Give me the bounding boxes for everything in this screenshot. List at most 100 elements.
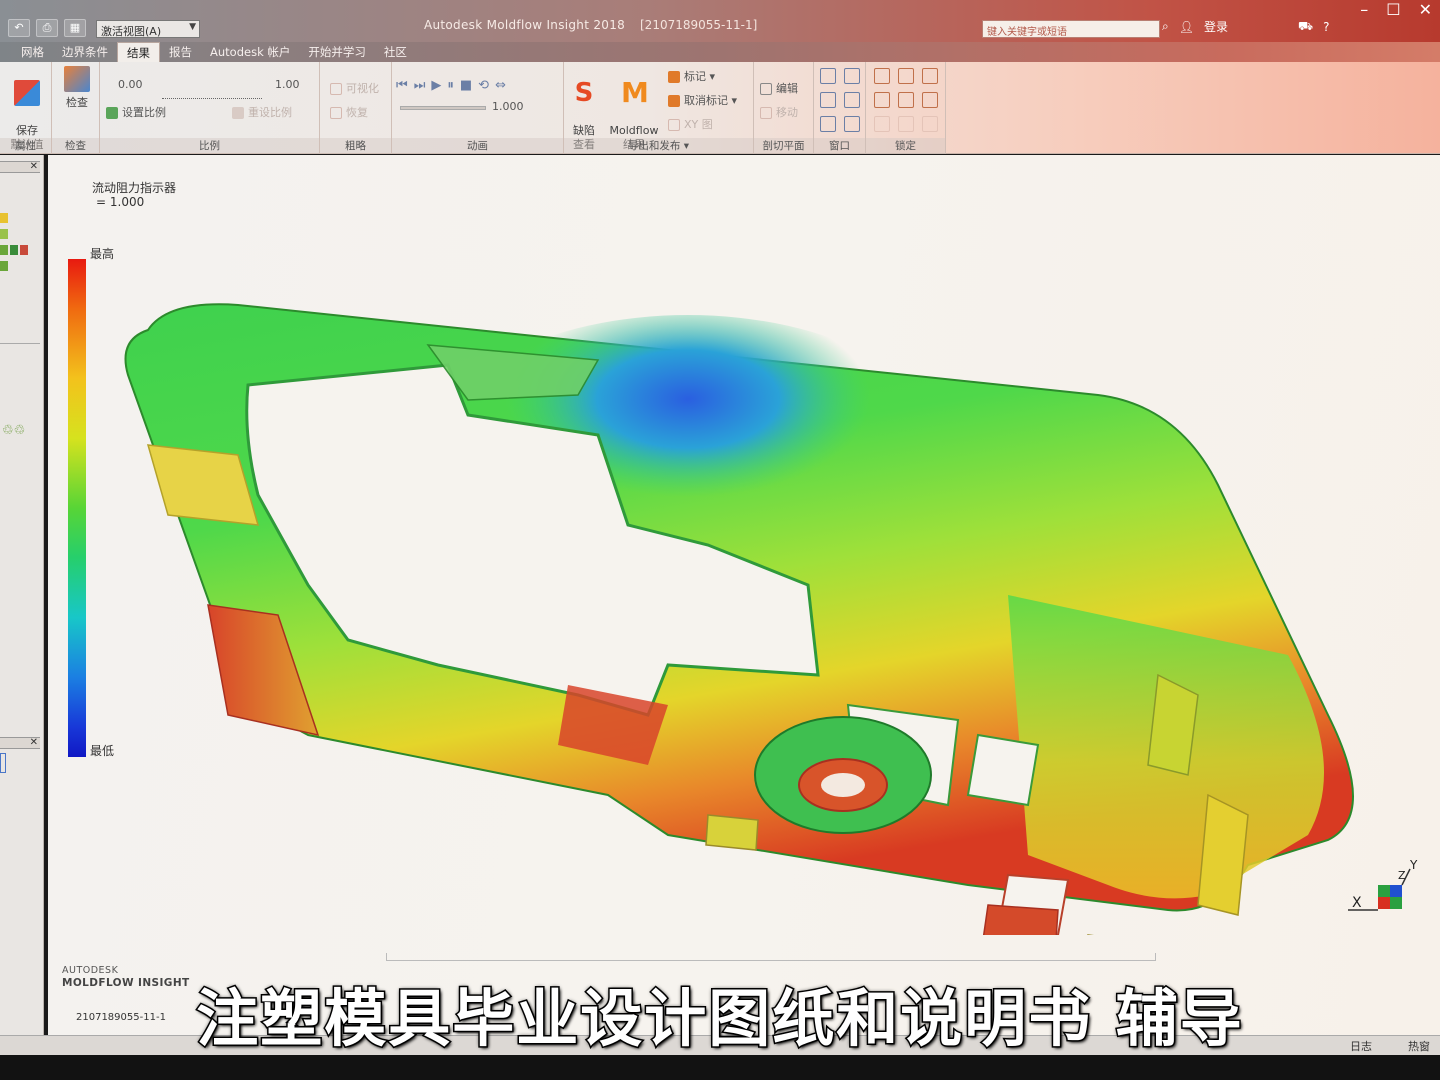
minimize-icon[interactable]: – <box>1360 0 1368 19</box>
mark-label: 标记 <box>684 70 706 83</box>
restore-label: 恢复 <box>346 106 368 119</box>
task-icon[interactable] <box>0 229 8 239</box>
unlock-view-icon[interactable] <box>874 92 890 108</box>
animation-value: 1.000 <box>492 100 524 113</box>
tab-boundary-conditions[interactable]: 边界条件 <box>53 42 117 62</box>
move-plane-label: 移动 <box>776 106 798 119</box>
ribbon-group-lock: 锁定 <box>866 62 946 154</box>
group-label-scale: 比例 <box>100 138 319 154</box>
ribbon-group-inspect: 检查 检查 <box>52 62 100 154</box>
group-label-cutting-plane: 剖切平面 <box>754 138 813 154</box>
maximize-icon[interactable]: ☐ <box>1386 0 1400 19</box>
task-icon[interactable] <box>0 213 8 223</box>
triad-cube-face <box>1390 885 1402 897</box>
tab-results[interactable]: 结果 <box>117 42 160 62</box>
molded-part-model[interactable] <box>108 295 1368 935</box>
animation-controls[interactable]: ⏮⏭▶⏸■⟲⇔ <box>396 78 512 93</box>
inspect-icon <box>64 66 90 92</box>
tab-getting-started[interactable]: 开始并学习 <box>299 42 375 62</box>
xy-plot-button[interactable]: XY 图 <box>668 116 713 132</box>
task-icon[interactable] <box>10 245 18 255</box>
set-scale-button[interactable]: 设置比例 <box>106 104 166 120</box>
window-controls: – ☐ ✕ <box>1360 0 1432 19</box>
axis-x-label: X <box>1352 895 1362 911</box>
layer-icon[interactable] <box>0 753 6 773</box>
tile-vertical-icon[interactable] <box>820 92 836 108</box>
unmark-icon <box>668 95 680 107</box>
close-icon[interactable]: ✕ <box>30 161 38 172</box>
app-title: Autodesk Moldflow Insight 2018 <box>424 18 626 32</box>
recycle-icon[interactable]: ♲♲ <box>2 423 25 438</box>
active-view-label: 激活视图(A) <box>101 25 162 38</box>
panel-header[interactable]: ✕ <box>0 161 40 173</box>
tile-horizontal-icon[interactable] <box>820 68 836 84</box>
help-icon[interactable]: ? <box>1323 20 1329 34</box>
visualize-label: 可视化 <box>346 82 379 95</box>
lock-view-icon[interactable] <box>874 68 890 84</box>
group-label-export[interactable]: 导出和发布 ▾ <box>564 138 753 154</box>
study-tasks-panel: ✕ ♲♲ ✕ <box>0 155 44 1035</box>
lock-all-icon[interactable] <box>874 116 890 132</box>
set-scale-icon <box>106 107 118 119</box>
moldflow-m-icon: M <box>621 76 649 109</box>
tab-report[interactable]: 报告 <box>160 42 201 62</box>
scale-max: 1.00 <box>275 78 300 91</box>
lock-anim-icon[interactable] <box>922 68 938 84</box>
tab-mesh[interactable]: 网格 <box>12 42 53 62</box>
task-icon[interactable] <box>20 245 28 255</box>
xy-plot-label: XY 图 <box>684 118 713 131</box>
login-link[interactable]: 登录 <box>1204 18 1228 35</box>
viewport-scrollbar[interactable] <box>386 953 1156 961</box>
result-name: 流动阻力指示器 <box>92 181 177 195</box>
window-list-icon[interactable] <box>844 116 860 132</box>
back-icon[interactable]: ↶ <box>8 19 30 37</box>
restore-button[interactable]: 恢复 <box>330 104 368 120</box>
ribbon-group-coarse: 可视化 恢复 粗略 <box>320 62 392 154</box>
mark-icon <box>668 71 680 83</box>
group-label-animation: 动画 <box>392 138 563 154</box>
task-icon[interactable] <box>0 245 8 255</box>
inspect-button[interactable]: 检查 <box>60 66 94 110</box>
active-view-selector[interactable]: 激活视图(A) ▼ <box>96 20 200 38</box>
group-label-export-text: 导出和发布 <box>627 140 681 152</box>
panel-header[interactable]: ✕ <box>0 737 40 749</box>
cart-icon[interactable]: ⛟ <box>1298 19 1313 35</box>
print-icon[interactable]: ⎙ <box>36 19 58 37</box>
sync-lock-icon[interactable] <box>922 116 938 132</box>
boss-center <box>821 773 865 797</box>
model-viewport[interactable]: 流动阻力指示器 = 1.000 最高 最低 X Y Z AUTODESK MOL… <box>48 155 1440 1035</box>
tile-split-icon[interactable] <box>844 92 860 108</box>
axis-triad[interactable]: X Y Z <box>1338 855 1418 925</box>
color-legend-bar <box>68 259 86 757</box>
bottom-lug <box>705 814 759 851</box>
tab-community[interactable]: 社区 <box>375 42 416 62</box>
mark-button[interactable]: 标记 ▾ <box>668 68 715 84</box>
unmark-button[interactable]: 取消标记 ▾ <box>668 92 737 108</box>
save-default-icon <box>14 80 40 106</box>
unlock-anim-icon[interactable] <box>922 92 938 108</box>
task-icon[interactable] <box>0 261 8 271</box>
close-icon[interactable]: ✕ <box>1419 0 1432 19</box>
cascade-icon[interactable] <box>820 116 836 132</box>
move-plane-icon <box>760 107 772 119</box>
unlock-plot-icon[interactable] <box>898 92 914 108</box>
edit-plane-button[interactable]: 编辑 <box>760 80 798 96</box>
document-name: [2107189055-11-1] <box>640 18 758 32</box>
visualize-button[interactable]: 可视化 <box>330 80 379 96</box>
reset-scale-button[interactable]: 重设比例 <box>232 104 292 120</box>
tab-autodesk-account[interactable]: Autodesk 帐户 <box>201 42 299 62</box>
axis-z-label: Z <box>1398 869 1406 882</box>
binoculars-icon[interactable]: ⌕ <box>1162 19 1169 34</box>
move-plane-button[interactable]: 移动 <box>760 104 798 120</box>
quick-access-toolbar: ↶ ⎙ ▦ <box>0 16 86 40</box>
unlock-all-icon[interactable] <box>898 116 914 132</box>
scale-slider[interactable] <box>162 87 262 99</box>
close-icon[interactable]: ✕ <box>30 737 38 748</box>
group-label-coarse: 粗略 <box>320 138 391 154</box>
lock-plot-icon[interactable] <box>898 68 914 84</box>
animation-slider[interactable] <box>400 106 486 110</box>
tile-grid-icon[interactable] <box>844 68 860 84</box>
user-icon[interactable]: 👤︎ <box>1179 20 1194 34</box>
layout-icon[interactable]: ▦ <box>64 19 86 37</box>
search-input[interactable]: 键入关键字或短语 <box>982 20 1160 38</box>
